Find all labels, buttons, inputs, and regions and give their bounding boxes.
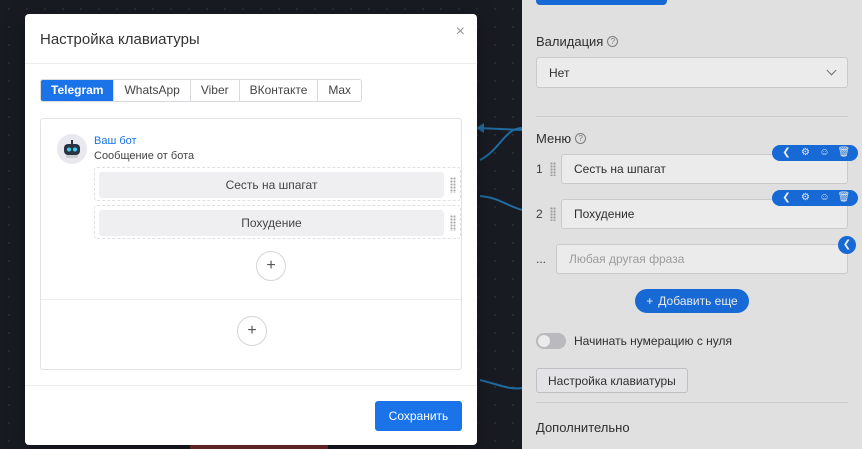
- toggle-label: Начинать нумерацию с нуля: [574, 334, 733, 348]
- bot-name: Ваш бот: [94, 135, 137, 147]
- gear-icon[interactable]: ⚙: [800, 145, 812, 161]
- menu-item-toolbar: ❮ ⚙ ☺ 🗑: [772, 145, 858, 161]
- chevron-left-icon[interactable]: ❮: [781, 145, 793, 161]
- tab-telegram[interactable]: Telegram: [41, 80, 115, 101]
- divider: [536, 402, 848, 403]
- add-row-button[interactable]: +: [237, 316, 267, 346]
- chevron-down-icon: [826, 65, 837, 76]
- tab-viber[interactable]: Viber: [190, 80, 240, 101]
- validation-label: Валидация ?: [536, 34, 619, 49]
- keyboard-settings-modal: Настройка клавиатуры × Telegram WhatsApp…: [25, 14, 477, 445]
- trash-icon[interactable]: 🗑: [838, 145, 851, 161]
- divider: [536, 116, 848, 117]
- zero-numbering-toggle[interactable]: [536, 333, 566, 349]
- zero-numbering-toggle-row: Начинать нумерацию с нуля: [536, 333, 732, 349]
- modal-title: Настройка клавиатуры: [40, 31, 200, 48]
- divider: [25, 385, 477, 386]
- menu-label: Меню ?: [536, 131, 587, 146]
- drag-handle-icon[interactable]: [550, 207, 556, 221]
- smile-icon[interactable]: ☺: [819, 190, 831, 206]
- keyboard-key[interactable]: Сесть на шпагат: [99, 172, 444, 198]
- keyboard-row: Сесть на шпагат: [94, 167, 461, 201]
- top-action-button[interactable]: [536, 0, 667, 5]
- drag-handle-icon[interactable]: [450, 177, 456, 193]
- gear-icon[interactable]: ⚙: [800, 190, 812, 206]
- menu-item-new-input[interactable]: Любая другая фраза: [556, 244, 848, 274]
- tab-whatsapp[interactable]: WhatsApp: [114, 80, 191, 101]
- add-more-button[interactable]: + Добавить еще: [635, 289, 749, 313]
- keyboard-key[interactable]: Похудение: [99, 210, 444, 236]
- plus-icon: +: [646, 294, 654, 308]
- keyboard-settings-button[interactable]: Настройка клавиатуры: [536, 368, 688, 393]
- menu-item-number: 2: [536, 207, 543, 221]
- settings-panel: Валидация ? Нет Меню ? 1 Сесть на шпагат…: [522, 0, 862, 449]
- close-icon[interactable]: ×: [456, 23, 465, 41]
- chevron-left-icon[interactable]: ❮: [838, 236, 856, 254]
- trash-icon[interactable]: 🗑: [838, 190, 851, 206]
- save-button[interactable]: Сохранить: [375, 401, 462, 431]
- chevron-left-icon[interactable]: ❮: [781, 190, 793, 206]
- menu-item-toolbar: ❮ ⚙ ☺ 🗑: [772, 190, 858, 206]
- menu-item-row-new: ... Любая другая фраза: [536, 244, 848, 274]
- tab-vkontakte[interactable]: ВКонтакте: [239, 80, 319, 101]
- drag-handle-icon[interactable]: [450, 215, 456, 231]
- bot-message: Сообщение от бота: [94, 150, 195, 162]
- divider: [41, 299, 461, 300]
- help-circle-icon[interactable]: ?: [575, 133, 587, 144]
- add-key-button[interactable]: +: [256, 251, 286, 281]
- keyboard-row: Похудение: [94, 205, 461, 239]
- extra-section-title[interactable]: Дополнительно: [536, 420, 630, 435]
- robot-icon: [57, 134, 87, 164]
- plus-icon: +: [247, 322, 257, 339]
- validation-value: Нет: [549, 65, 570, 80]
- drag-handle-icon[interactable]: [550, 162, 556, 176]
- plus-icon: +: [266, 257, 276, 274]
- help-circle-icon[interactable]: ?: [607, 36, 619, 47]
- menu-item-number: 1: [536, 162, 543, 176]
- tab-max[interactable]: Max: [318, 80, 362, 101]
- messenger-tabs: Telegram WhatsApp Viber ВКонтакте Max: [40, 79, 363, 102]
- divider: [25, 63, 477, 64]
- menu-item-number: ...: [536, 252, 547, 266]
- validation-select[interactable]: Нет: [536, 57, 848, 88]
- keyboard-preview: Ваш бот Сообщение от бота Сесть на шпага…: [40, 118, 462, 370]
- smile-icon[interactable]: ☺: [819, 145, 831, 161]
